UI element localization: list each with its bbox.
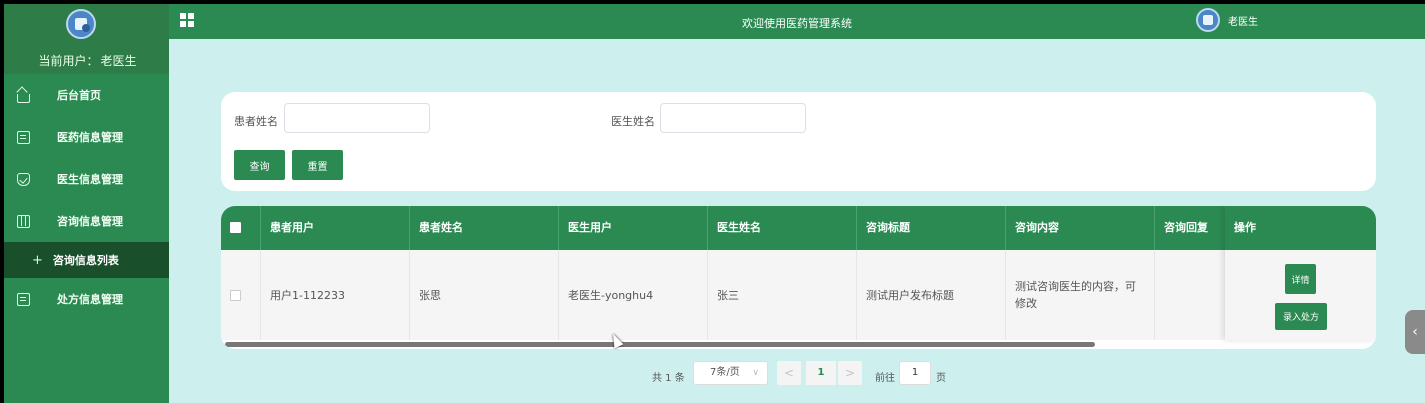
columns-icon [17,214,30,228]
sidebar-menu: 后台首页 医药信息管理 医生信息管理 咨询信息管理 + 咨询信息列表 处方信息管… [4,74,169,320]
sidebar-item-doctor[interactable]: 医生信息管理 [4,158,169,200]
top-bar: 欢迎使用医药管理系统 老医生 [169,4,1425,39]
app-window: 当前用户： 老医生 后台首页 医药信息管理 医生信息管理 咨询信息管理 + 咨询… [4,4,1425,403]
plus-icon: + [32,252,43,268]
sidebar-item-medicine[interactable]: 医药信息管理 [4,116,169,158]
top-user-menu[interactable]: 老医生 [1196,8,1258,32]
page-size-value: 7条/页 [710,367,740,378]
pagination-total: 共 1 条 [652,373,685,384]
select-all-checkbox[interactable] [230,222,241,233]
patient-name-cell: 张思 [410,250,559,340]
column-header: 患者姓名 [410,206,559,250]
sidebar-item-label: 处方信息管理 [57,293,123,306]
sidebar-item-label: 后台首页 [57,89,101,102]
row-checkbox[interactable] [230,289,241,301]
sidebar-item-home[interactable]: 后台首页 [4,74,169,116]
prev-page-button[interactable]: < [777,361,801,385]
column-header: 医生用户 [559,206,708,250]
document-icon [17,130,30,144]
row-select-cell [221,250,261,340]
collapse-panel-tab[interactable]: ‹ [1405,310,1425,354]
doctor-name-input[interactable] [660,103,806,133]
sidebar-header: 当前用户： 老医生 [4,4,169,74]
avatar [1196,8,1220,32]
page-size-select[interactable]: 7条/页 ∨ [693,361,768,385]
patient-user-cell: 用户1-112233 [261,250,410,340]
current-user: 当前用户： 老医生 [4,52,169,69]
shield-check-icon [17,172,30,186]
select-all-cell [221,206,261,250]
sidebar-item-label: 咨询信息管理 [57,215,123,228]
column-header: 操作 [1225,206,1376,250]
horizontal-scrollbar[interactable] [225,342,1095,347]
consult-table: 患者用户 患者姓名 医生用户 医生姓名 咨询标题 咨询内容 咨询回复 用户1-1… [221,206,1376,349]
sidebar-item-consult-list[interactable]: + 咨询信息列表 [4,242,169,278]
sidebar-item-prescription[interactable]: 处方信息管理 [4,278,169,320]
patient-name-input[interactable] [284,103,430,133]
add-prescription-button[interactable]: 录入处方 [1275,303,1327,330]
detail-button[interactable]: 详情 [1285,264,1316,294]
actions-column: 操作 详情 录入处方 [1225,206,1376,340]
doctor-name-label: 医生姓名 [611,115,655,128]
column-header: 咨询回复 [1155,206,1235,250]
table-row[interactable]: 用户1-112233 张思 老医生-yonghu4 张三 测试用户发布标题 测试… [221,250,1376,340]
current-page-number[interactable]: 1 [806,361,836,385]
doctor-user-cell: 老医生-yonghu4 [559,250,708,340]
column-header: 医生姓名 [708,206,857,250]
column-header: 患者用户 [261,206,410,250]
doctor-name-cell: 张三 [708,250,857,340]
chevron-left-icon: ‹ [1412,324,1418,340]
current-user-label: 当前用户： [38,54,99,68]
content-cell: 测试咨询医生的内容，可修改 [1006,250,1155,340]
next-page-button[interactable]: > [838,361,862,385]
reset-button[interactable]: 重置 [292,150,343,180]
query-button[interactable]: 查询 [234,150,285,180]
column-header: 咨询标题 [857,206,1006,250]
chevron-down-icon: ∨ [752,368,759,378]
document-icon [17,292,30,306]
sidebar-item-label: 咨询信息列表 [52,254,119,267]
page-suffix-label: 页 [936,373,946,384]
home-icon [17,93,30,103]
top-user-name: 老医生 [1228,16,1258,28]
search-panel: 患者姓名 医生姓名 查询 重置 [221,92,1376,191]
table-header: 患者用户 患者姓名 医生用户 医生姓名 咨询标题 咨询内容 咨询回复 [221,206,1376,250]
goto-page-input[interactable]: 1 [899,361,931,385]
sidebar-item-label: 医生信息管理 [57,173,123,186]
reply-cell [1155,250,1235,340]
current-user-name: 老医生 [100,54,137,68]
title-cell: 测试用户发布标题 [857,250,1006,340]
goto-label: 前往 [875,373,895,384]
sidebar-item-consult[interactable]: 咨询信息管理 [4,200,169,242]
patient-name-label: 患者姓名 [234,115,278,128]
avatar [66,9,96,39]
sidebar-item-label: 医药信息管理 [57,131,123,144]
sidebar: 当前用户： 老医生 后台首页 医药信息管理 医生信息管理 咨询信息管理 + 咨询… [4,4,169,403]
actions-cell: 详情 录入处方 [1225,250,1376,340]
column-header: 咨询内容 [1006,206,1155,250]
